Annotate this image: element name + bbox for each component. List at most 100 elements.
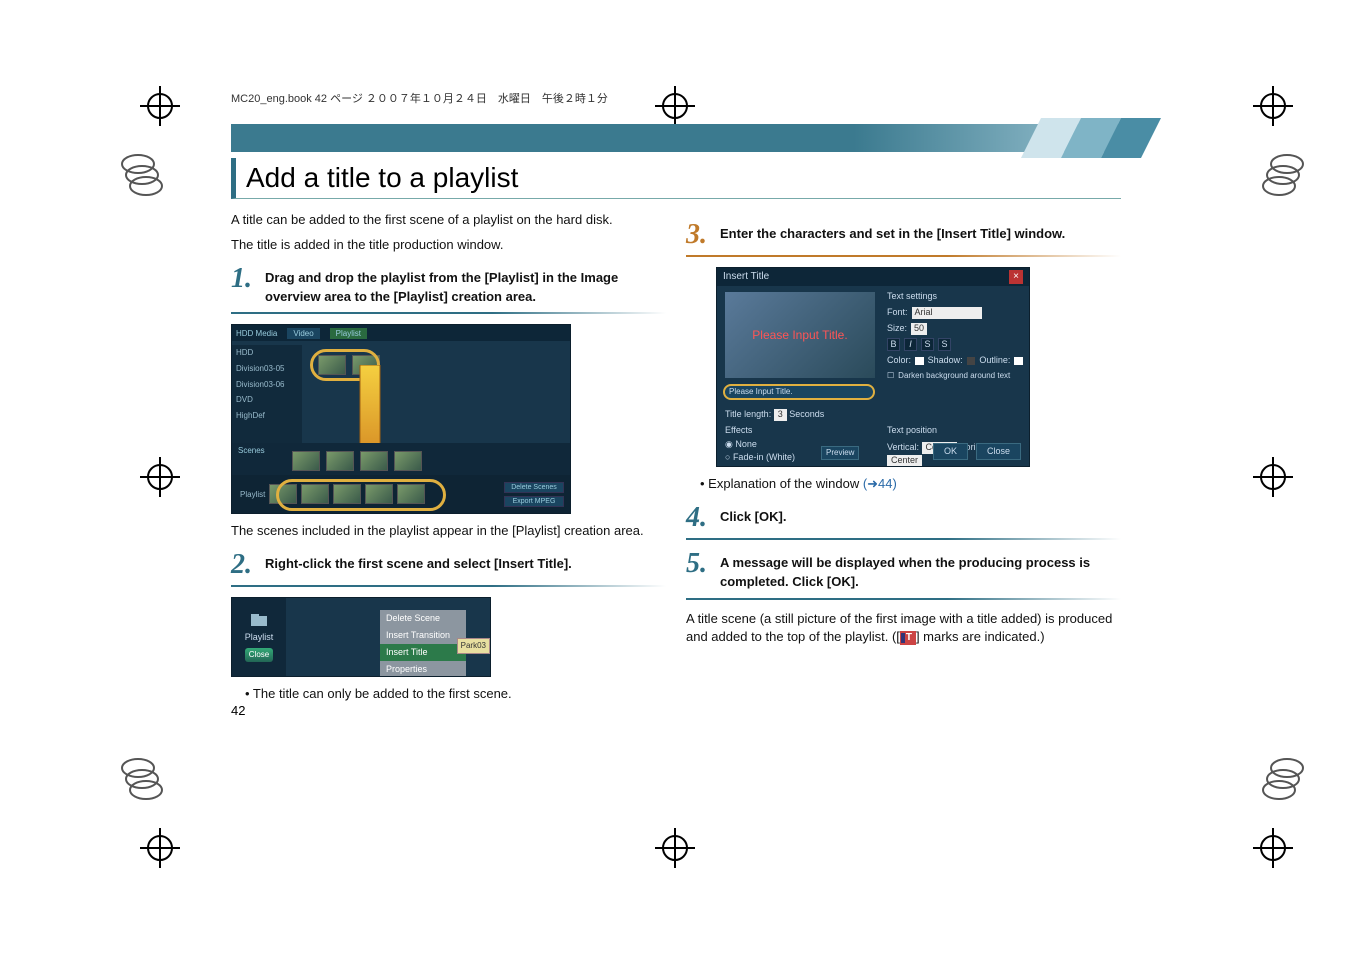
fig3-close-button: Close (976, 443, 1021, 460)
fig1-toolbar-label: HDD Media (236, 328, 277, 340)
step-2: 2. Right-click the first scene and selec… (231, 551, 666, 579)
size-label: Size: (887, 322, 907, 335)
font-label: Font: (887, 306, 908, 319)
registration-mark (140, 457, 180, 497)
binder-rings-icon (1255, 150, 1305, 200)
settings-heading: Text settings (887, 290, 1023, 303)
menu-item-delete: Delete Scene (380, 610, 466, 627)
close-icon: × (1009, 270, 1023, 284)
fig2-sidebar: Playlist Close (232, 598, 286, 676)
registration-mark (1253, 86, 1293, 126)
section-bar: Edit (231, 124, 1121, 152)
step-1: 1. Drag and drop the playlist from the [… (231, 265, 666, 307)
step5-body: A title scene (a still picture of the fi… (686, 610, 1121, 648)
intro-p2: The title is added in the title producti… (231, 236, 666, 255)
step-divider (686, 598, 1121, 600)
step1-caption: The scenes included in the playlist appe… (231, 522, 666, 541)
doc-header-line: MC20_eng.book 42 ページ ２００７年１０月２４日 水曜日 午後２… (231, 90, 1121, 106)
menu-item-transition: Insert Transition (380, 627, 466, 644)
fig3-effects: Effects ◉ None ○ Fade-in (White) ○ Fade-… (725, 424, 795, 467)
fig1-thumbnail (394, 451, 422, 471)
horizontal-value: Center (887, 455, 922, 467)
stroke-toggle: S (938, 338, 951, 351)
step-number: 4. (686, 504, 712, 532)
vertical-label: Vertical: (887, 442, 919, 452)
registration-mark (1253, 457, 1293, 497)
figure-context-menu-screenshot: Playlist Close Delete Scene Insert Trans… (231, 597, 491, 677)
outline-label: Outline: (979, 354, 1010, 367)
text-position-heading: Text position (887, 424, 1029, 437)
fig2-tooltip: Park03 (457, 638, 490, 654)
effect-none: None (735, 439, 757, 449)
registration-mark (140, 86, 180, 126)
step-number: 3. (686, 221, 712, 249)
step-text: Enter the characters and set in the [Ins… (720, 221, 1121, 244)
tree-item: Division03-06 (232, 377, 302, 393)
fig1-thumbnail (292, 451, 320, 471)
registration-mark (140, 828, 180, 868)
page-title-row: Add a title to a playlist (231, 158, 1121, 199)
shadow-label: Shadow: (928, 354, 963, 367)
seconds-label: Seconds (789, 409, 824, 419)
fig3-buttons: OK Close (933, 443, 1021, 460)
body-text: ] marks are indicated.) (916, 629, 1045, 644)
fig3-input-highlight: Please Input Title. (723, 384, 875, 400)
fig3-titlebar: Insert Title × (717, 268, 1029, 286)
tree-item: Division03-05 (232, 361, 302, 377)
step-divider (686, 255, 1121, 257)
page-number: 42 (231, 703, 245, 718)
step-divider (231, 585, 666, 587)
page-link[interactable]: (➜44) (863, 476, 897, 491)
effects-heading: Effects (725, 424, 795, 438)
font-value: Arial (912, 307, 982, 319)
tree-item: HDD (232, 345, 302, 361)
step-4: 4. Click [OK]. (686, 504, 1121, 532)
step-divider (231, 312, 666, 314)
registration-mark (1253, 828, 1293, 868)
fig3-title: Insert Title (723, 270, 769, 285)
step-5: 5. A message will be displayed when the … (686, 550, 1121, 592)
fig1-thumbnail (326, 451, 354, 471)
size-value: 50 (911, 323, 927, 335)
binder-rings-icon (1255, 754, 1305, 804)
fig1-tab: Video (287, 328, 319, 340)
fig3-preview-text: Please Input Title. (752, 328, 847, 342)
step-divider (686, 538, 1121, 540)
menu-item-insert-title: Insert Title (380, 644, 466, 661)
step-number: 1. (231, 265, 257, 293)
page-title: Add a title to a playlist (246, 162, 1121, 194)
title-marker-icon (900, 631, 916, 645)
step2-note: • The title can only be added to the fir… (241, 685, 666, 704)
fig3-text-settings: Text settings Font:Arial Size:50 B I S S… (887, 290, 1023, 385)
tree-item: DVD (232, 392, 302, 408)
note-text: • Explanation of the window (700, 476, 863, 491)
title-length-label: Title length: (725, 409, 771, 419)
fig3-ok-button: OK (933, 443, 968, 460)
fig1-playlist-label: Playlist (240, 489, 265, 501)
step-3: 3. Enter the characters and set in the [… (686, 221, 1121, 249)
color-label: Color: (887, 354, 911, 367)
folder-icon (250, 613, 268, 627)
figure-insert-title-dialog: Insert Title × Please Input Title. Text … (716, 267, 1030, 467)
italic-toggle: I (904, 338, 917, 351)
fig2-side-label: Playlist (245, 631, 274, 644)
menu-item-properties: Properties (380, 661, 466, 677)
intro-p1: A title can be added to the first scene … (231, 211, 666, 230)
step-text: Click [OK]. (720, 504, 1121, 527)
fig1-tab: Playlist (330, 328, 367, 340)
fig3-preview-button: Preview (821, 446, 859, 460)
figure-overview-screenshot: HDD Media Video Playlist HDD Division03-… (231, 324, 571, 514)
binder-rings-icon (120, 150, 170, 200)
step-text: Right-click the first scene and select [… (265, 551, 666, 574)
right-column: 3. Enter the characters and set in the [… (686, 211, 1121, 710)
section-bar-decoration (1021, 118, 1161, 158)
fig2-close-button: Close (245, 648, 273, 662)
step-text: Drag and drop the playlist from the [Pla… (265, 265, 666, 307)
left-column: A title can be added to the first scene … (231, 211, 666, 710)
fig2-context-menu: Delete Scene Insert Transition Insert Ti… (380, 610, 466, 677)
title-length-value: 3 (774, 409, 787, 421)
binder-rings-icon (120, 754, 170, 804)
fig3-title-length: Title length: 3 Seconds (725, 408, 824, 421)
fig1-highlight-target (276, 479, 446, 511)
registration-mark (655, 828, 695, 868)
